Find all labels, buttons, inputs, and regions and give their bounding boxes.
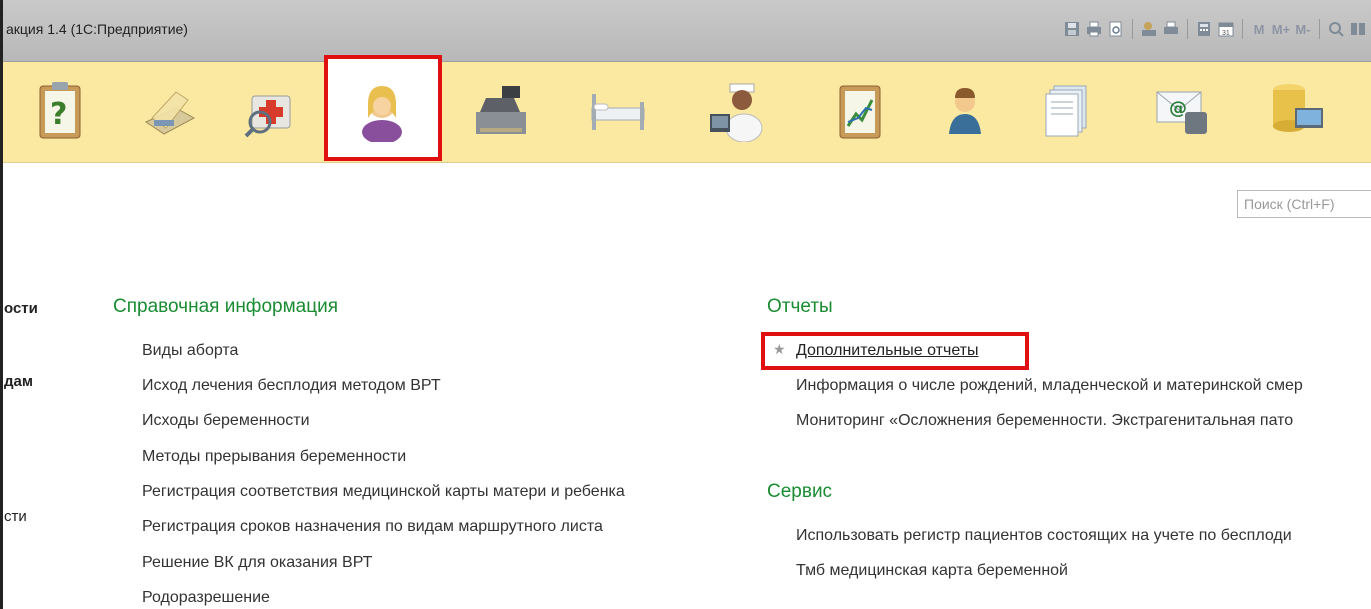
svg-text:?: ? (50, 97, 67, 132)
first-aid-search-icon[interactable] (230, 70, 310, 150)
email-phone-icon[interactable]: @ (1143, 70, 1223, 150)
database-monitor-icon[interactable] (1255, 70, 1335, 150)
reference-link[interactable]: Решение ВК для оказания ВРТ (142, 554, 372, 572)
reference-link[interactable]: Регистрация соответствия медицинской кар… (142, 483, 625, 501)
svg-text:@: @ (1169, 98, 1187, 119)
svg-text:31: 31 (1222, 30, 1230, 37)
window-left-border (0, 0, 3, 609)
reference-section-title: Справочная информация (113, 296, 338, 317)
title-toolbar: 31 M M+ M- (1063, 17, 1367, 41)
hospital-bed-icon[interactable] (578, 70, 658, 150)
title-bar: акция 1.4 (1С:Предприятие) 31 M M+ M- (0, 0, 1371, 62)
save-icon[interactable] (1063, 20, 1081, 38)
user-icon[interactable] (925, 70, 1005, 150)
reference-link[interactable]: Методы прерывания беременности (142, 448, 406, 466)
left-menu-item[interactable]: ости (4, 300, 38, 317)
reference-link[interactable]: Виды аборта (142, 342, 238, 360)
reference-link[interactable]: Регистрация сроков назначения по видам м… (142, 518, 603, 536)
left-menu-item[interactable]: сти (4, 508, 27, 525)
memory-plus-button[interactable]: M+ (1272, 20, 1290, 38)
reference-link[interactable]: Исходы беременности (142, 412, 310, 430)
service-section-title: Сервис (767, 481, 833, 502)
toolbar-separator (1319, 19, 1320, 39)
toolbar-separator (1187, 19, 1188, 39)
reference-link[interactable]: Исход лечения бесплодия методом ВРТ (142, 377, 441, 395)
sections-panel: ? @ (0, 62, 1371, 163)
zoom-icon[interactable] (1327, 20, 1345, 38)
help-clipboard-icon[interactable]: ? (20, 70, 100, 150)
print-preview-icon[interactable] (1162, 20, 1180, 38)
documents-stack-icon[interactable] (1030, 70, 1110, 150)
chart-report-icon[interactable] (820, 70, 900, 150)
panel-icon[interactable] (1349, 20, 1367, 38)
window-title: акция 1.4 (1С:Предприятие) (6, 21, 188, 37)
reference-link[interactable]: Родоразрешение (142, 589, 270, 607)
toolbar-separator (1242, 19, 1243, 39)
left-menu-item[interactable]: дам (4, 373, 33, 390)
cash-register-icon[interactable] (460, 70, 540, 150)
print-icon[interactable] (1085, 20, 1103, 38)
additional-reports-link[interactable]: Дополнительные отчеты (796, 342, 979, 360)
documents-tray-icon[interactable] (128, 70, 208, 150)
calculator-icon[interactable] (1195, 20, 1213, 38)
doctor-computer-icon[interactable] (696, 70, 776, 150)
memory-minus-button[interactable]: M- (1294, 20, 1312, 38)
report-link[interactable]: Информация о числе рождений, младенческо… (796, 377, 1303, 395)
toolbar-separator (1132, 19, 1133, 39)
preview-icon[interactable] (1107, 20, 1125, 38)
reports-section-title: Отчеты (767, 296, 833, 317)
service-link[interactable]: Использовать регистр пациентов состоящих… (796, 527, 1292, 545)
report-link[interactable]: Мониторинг «Осложнения беременности. Экс… (796, 412, 1293, 430)
favorite-star-icon[interactable]: ★ (773, 341, 786, 358)
calendar-icon[interactable]: 31 (1217, 20, 1235, 38)
memory-m-button[interactable]: M (1250, 20, 1268, 38)
service-link[interactable]: Тмб медицинская карта беременной (796, 562, 1068, 580)
search-input[interactable]: Поиск (Ctrl+F) (1237, 190, 1371, 218)
upload-icon[interactable] (1140, 20, 1158, 38)
patient-woman-icon[interactable] (342, 70, 422, 150)
